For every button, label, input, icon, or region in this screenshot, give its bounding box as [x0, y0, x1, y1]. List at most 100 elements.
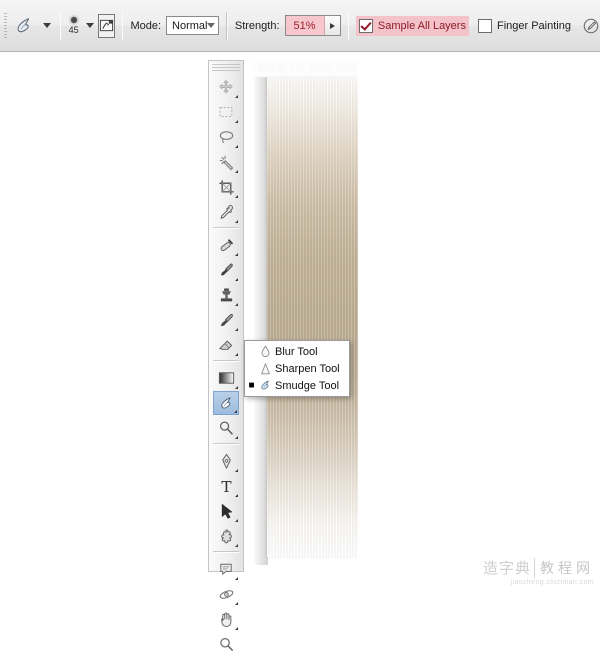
tool-type[interactable]: T: [213, 474, 239, 498]
marquee-tool-icon: [219, 106, 233, 118]
tool-triangle-icon: [235, 544, 238, 547]
smudge-tool-icon: [220, 396, 231, 408]
clone-stamp-tool-icon: [220, 287, 232, 301]
tool-triangle-icon: [235, 577, 238, 580]
panel-grip-icon[interactable]: [212, 64, 240, 72]
options-separator-1: [59, 11, 62, 40]
airbrush-pressure-icon: [583, 18, 599, 33]
tool-triangle-icon: [235, 519, 238, 522]
pen-tool-icon: [221, 453, 231, 469]
watermark-text-right: 教程网: [534, 557, 594, 578]
options-separator-3: [226, 11, 228, 40]
watermark-url: jiaocheng.cluzidian.com: [510, 579, 594, 586]
path-selection-tool-icon: [221, 503, 232, 519]
crop-tool-icon: [218, 179, 234, 195]
brush-preset-picker[interactable]: 45: [68, 11, 79, 41]
options-bar-grip[interactable]: [4, 12, 7, 39]
tool-triangle-icon: [235, 469, 238, 472]
tool-triangle-icon: [235, 303, 238, 306]
tool-hand[interactable]: [213, 607, 239, 631]
tool-smudge[interactable]: [213, 391, 239, 415]
strength-field[interactable]: 51%: [284, 15, 341, 36]
finger-painting-label: Finger Painting: [496, 19, 571, 32]
svg-text:T: T: [221, 478, 231, 496]
tool-zoom[interactable]: [213, 632, 239, 656]
tool-triangle-icon: [235, 220, 238, 223]
tool-triangle-icon: [235, 353, 238, 356]
hand-tool-icon: [220, 612, 231, 627]
spinner-arrow-icon: [329, 22, 335, 29]
mode-chevron-down-icon: [207, 23, 216, 28]
strength-value[interactable]: 51%: [285, 16, 325, 35]
watermark: 造字典 教程网 jiaocheng.cluzidian.com: [483, 557, 594, 586]
flyout-item-sharpen-tool[interactable]: Sharpen Tool: [245, 360, 349, 377]
tool-gradient[interactable]: [213, 366, 239, 390]
tool-healing-brush[interactable]: [213, 233, 239, 257]
document-canvas[interactable]: [267, 77, 358, 557]
zoom-tool-icon: [219, 637, 233, 651]
mode-value: Normal: [172, 19, 208, 32]
tool-pen[interactable]: [213, 449, 239, 473]
custom-shape-tool-icon: [220, 528, 232, 543]
tool-triangle-icon: [235, 494, 238, 497]
tool-3d-rotate[interactable]: [213, 582, 239, 606]
tools-divider-4: [213, 551, 239, 553]
options-separator-4: [347, 11, 349, 40]
tools-panel: T: [208, 60, 244, 651]
tool-brush[interactable]: [213, 258, 239, 282]
finger-painting-checkbox-box: [477, 18, 492, 33]
tool-triangle-icon: [235, 386, 238, 389]
flyout-item-blur-tool[interactable]: Blur Tool: [245, 343, 349, 360]
flyout-label-smudge-tool: Smudge Tool: [275, 379, 340, 392]
tool-rectangular-marquee[interactable]: [213, 100, 239, 124]
mode-select[interactable]: Normal: [166, 16, 220, 35]
tool-triangle-icon: [235, 627, 238, 630]
flyout-label-blur-tool: Blur Tool: [275, 345, 318, 358]
tool-path-selection[interactable]: [213, 499, 239, 523]
tool-eraser[interactable]: [213, 333, 239, 357]
tool-move[interactable]: [213, 75, 239, 99]
sharpen-cone-icon: [256, 362, 275, 376]
tool-triangle-icon: [235, 278, 238, 281]
tool-triangle-icon: [235, 328, 238, 331]
tool-magic-wand[interactable]: [213, 150, 239, 174]
tool-triangle-icon: [235, 195, 238, 198]
healing-brush-tool-icon: [220, 238, 233, 251]
tool-triangle-icon: [234, 410, 237, 413]
tool-lasso[interactable]: [213, 125, 239, 149]
brush-preset-chevron-down-icon[interactable]: [86, 23, 95, 28]
current-tool-button[interactable]: [10, 13, 53, 39]
tool-triangle-icon: [235, 170, 238, 173]
watermark-row: 造字典 教程网: [483, 557, 594, 578]
brush-tool-icon: [220, 263, 233, 276]
smudge-finger-icon: [256, 378, 275, 393]
tool-flyout-menu: Blur Tool Sharpen Tool ■ Smudge Tool: [244, 340, 350, 397]
tablet-pressure-button[interactable]: [98, 13, 116, 38]
watermark-text-left: 造字典: [482, 559, 531, 577]
strength-label: Strength:: [234, 19, 280, 32]
flyout-selected-marker: ■: [248, 379, 255, 391]
tool-preset-chevron-down-icon[interactable]: [42, 23, 51, 28]
sample-all-layers-checkmark-icon: [358, 18, 373, 33]
move-tool-icon: [219, 79, 233, 94]
tool-clone-stamp[interactable]: [213, 283, 239, 307]
airbrush-pressure-button[interactable]: [582, 14, 600, 38]
tool-eyedropper[interactable]: [213, 200, 239, 224]
tools-divider-1: [213, 227, 239, 229]
tool-dodge[interactable]: [213, 416, 239, 440]
flyout-item-smudge-tool[interactable]: ■ Smudge Tool: [245, 377, 349, 394]
tool-history-brush[interactable]: [213, 308, 239, 332]
document-titlebar[interactable]: 未标题-1 @ 100% (图层 1, RGB/8): [254, 60, 358, 77]
tool-custom-shape[interactable]: [213, 524, 239, 548]
eraser-tool-icon: [218, 339, 232, 350]
3d-rotate-tool-icon: [219, 589, 233, 599]
tool-notes[interactable]: [213, 557, 239, 581]
type-tool-icon: T: [221, 478, 231, 496]
finger-painting-checkbox[interactable]: Finger Painting: [475, 16, 574, 36]
strength-spinner-button[interactable]: [324, 16, 340, 35]
sample-all-layers-checkbox[interactable]: Sample All Layers: [355, 15, 469, 36]
brush-preset-icon: [70, 16, 77, 23]
brush-size-label: 45: [68, 24, 79, 35]
tool-crop[interactable]: [213, 175, 239, 199]
tool-triangle-icon: [235, 253, 238, 256]
